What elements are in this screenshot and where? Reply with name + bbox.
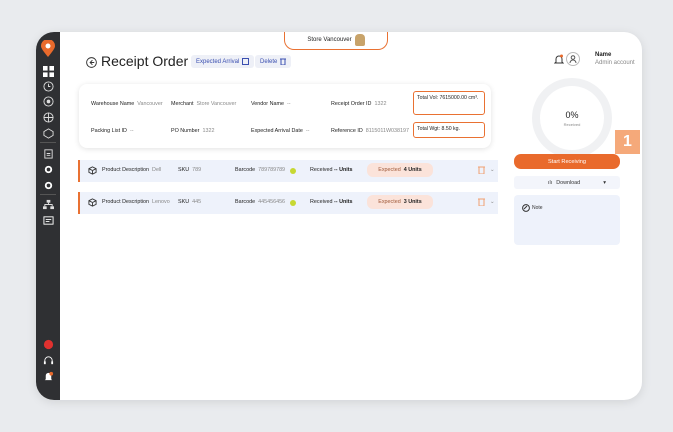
status-dot xyxy=(290,168,296,174)
target-icon[interactable] xyxy=(42,95,54,107)
headset-icon[interactable] xyxy=(42,354,54,366)
download-label: Download xyxy=(556,179,581,186)
table-row[interactable]: Product Description Lenovo SKU 445 Barcode… xyxy=(78,192,498,214)
chevron-down-icon[interactable]: ⌄ xyxy=(490,167,495,173)
store-mascot-icon xyxy=(354,33,365,46)
chevron-down-icon: ▾ xyxy=(603,179,606,186)
table-row[interactable]: Product Description Dell SKU 789 Barcode 78… xyxy=(78,160,498,182)
arrival-date-field: Expected Arrival Date -- xyxy=(251,128,310,134)
sidebar xyxy=(36,32,60,400)
note-icon xyxy=(522,204,530,212)
trash-icon xyxy=(280,58,287,65)
barcode: Barcode 789789789 xyxy=(235,167,286,173)
progress-label: Received xyxy=(563,121,581,127)
trash-icon[interactable] xyxy=(478,166,485,174)
network-icon[interactable] xyxy=(42,198,54,210)
product-description: Product Description Lenovo xyxy=(102,199,170,205)
package-icon xyxy=(88,166,97,175)
sku: SKU 789 xyxy=(178,167,202,173)
merchant-field: Merchant Store Vancouver xyxy=(171,101,237,107)
packing-list-field: Packing List ID -- xyxy=(91,128,134,134)
dashboard-icon[interactable] xyxy=(42,65,54,77)
warehouse-field: Warehouse Name Vancouver xyxy=(91,101,163,107)
settings-icon[interactable] xyxy=(42,163,54,175)
po-number-field: PO Number 1322 xyxy=(171,128,215,134)
receipt-icon[interactable] xyxy=(42,214,54,226)
expected-arrival-button[interactable]: Expected Arrival xyxy=(191,55,255,68)
product-description: Product Description Dell xyxy=(102,167,162,173)
progress-percent: 0% xyxy=(565,109,579,120)
store-selector[interactable]: Store Vancouver xyxy=(284,32,388,50)
expected-badge: Expected 4 Units xyxy=(367,163,433,177)
receipt-order-id-field: Receipt Order ID 1322 xyxy=(331,101,387,107)
bell-icon[interactable] xyxy=(554,54,564,65)
progress-gauge: 0% Received xyxy=(540,86,604,150)
expected-badge: Expected 3 Units xyxy=(367,195,433,209)
reference-id-field: Reference ID 8115011W038197 xyxy=(331,128,410,134)
sku: SKU 445 xyxy=(178,199,202,205)
globe-icon[interactable] xyxy=(42,111,54,123)
user-name: Name xyxy=(595,52,612,58)
edit-icon xyxy=(242,58,250,65)
note-label: Note xyxy=(532,205,543,211)
chart-icon: ılı xyxy=(548,179,553,186)
vendor-field: Vendor Name -- xyxy=(251,101,291,107)
clipboard-icon[interactable] xyxy=(42,147,54,159)
user-role: Admin account xyxy=(595,60,635,66)
store-label: Store Vancouver xyxy=(307,36,352,43)
summary-card: Warehouse Name Vancouver Merchant Store Va… xyxy=(79,84,491,148)
barcode: Barcode 445456456 xyxy=(235,199,286,205)
expected-arrival-label: Expected Arrival xyxy=(196,58,240,65)
logo-icon xyxy=(41,40,55,57)
settings-alt-icon[interactable] xyxy=(42,179,54,191)
package-icon xyxy=(88,198,97,207)
chevron-down-icon[interactable]: ⌄ xyxy=(490,199,495,205)
new-badge-icon[interactable] xyxy=(42,338,54,350)
app-window: Receipt Order Details Expected Arrival D… xyxy=(36,32,642,400)
status-dot xyxy=(290,200,296,206)
received: Received -- Units xyxy=(310,199,353,205)
note-panel[interactable]: Note xyxy=(514,195,620,245)
step-badge: 1 xyxy=(615,130,640,154)
total-weight: Total Wgt: 8.50 kg. xyxy=(413,122,485,138)
download-dropdown[interactable]: ılı Download ▾ xyxy=(514,176,620,189)
back-icon[interactable] xyxy=(86,57,97,68)
delete-label: Delete xyxy=(260,58,278,65)
box-icon[interactable] xyxy=(42,127,54,139)
user-icon xyxy=(569,55,577,63)
total-volume: Total Vol: 7615000.00 cm³. xyxy=(413,91,485,115)
notification-icon[interactable] xyxy=(42,370,54,382)
avatar[interactable] xyxy=(566,52,580,66)
start-receiving-button[interactable]: Start Receiving xyxy=(514,154,620,169)
received: Received -- Units xyxy=(310,167,353,173)
clock-icon[interactable] xyxy=(42,80,54,92)
trash-icon[interactable] xyxy=(478,198,485,206)
delete-button[interactable]: Delete xyxy=(255,55,292,68)
